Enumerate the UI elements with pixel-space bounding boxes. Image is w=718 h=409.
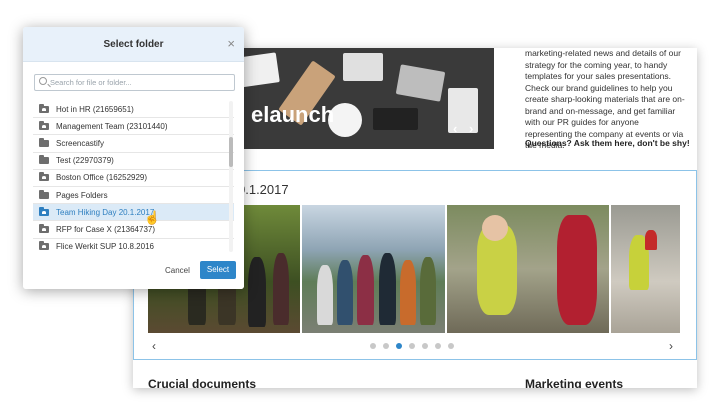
folder-name: Boston Office (16252929) <box>56 173 148 183</box>
close-icon[interactable]: × <box>227 36 235 51</box>
folder-row[interactable]: Management Team (23101440) <box>33 118 234 136</box>
folder-name: Management Team (23101440) <box>56 121 168 131</box>
search-icon <box>39 77 47 85</box>
folder-name: Test (22970379) <box>56 156 114 166</box>
hero-next-button[interactable]: › <box>469 121 473 136</box>
section-title-marketing-events: Marketing events <box>525 377 624 388</box>
gallery-next-button[interactable]: › <box>669 339 673 353</box>
hand-pointer-icon: ☝ <box>144 210 161 225</box>
folder-name: Flice Werkit SUP 10.8.2016 <box>56 242 154 252</box>
gallery-dot[interactable] <box>383 343 389 349</box>
shared-folder-icon <box>39 120 49 130</box>
gallery-dot[interactable] <box>422 343 428 349</box>
gallery-photo[interactable] <box>447 205 609 333</box>
gallery-prev-button[interactable]: ‹ <box>152 339 156 353</box>
gallery-dot[interactable] <box>435 343 441 349</box>
folder-name: Screencastify <box>56 138 105 148</box>
folder-name: Hot in HR (21659651) <box>56 104 134 114</box>
folder-icon <box>39 137 49 147</box>
gallery-pagination <box>370 343 454 349</box>
dialog-title: Select folder <box>103 39 164 50</box>
list-scrollbar[interactable] <box>229 101 233 252</box>
folder-name: RFP for Case X (21364737) <box>56 224 156 234</box>
cancel-button[interactable]: Cancel <box>165 266 190 275</box>
folder-icon <box>39 189 49 199</box>
folder-row[interactable]: Test (22970379) <box>33 153 234 170</box>
folder-name: Team Hiking Day 20.1.2017 <box>56 207 155 217</box>
shared-folder-icon <box>39 223 49 233</box>
gallery-dot-active[interactable] <box>396 343 402 349</box>
folder-row[interactable]: Boston Office (16252929) <box>33 170 234 187</box>
gallery-dot[interactable] <box>409 343 415 349</box>
screen: elaunch ‹ › marketing-related news and d… <box>0 0 718 409</box>
questions-prompt: Questions? Ask them here, don't be shy! <box>525 138 690 148</box>
intro-text: marketing-related news and details of ou… <box>525 48 685 150</box>
folder-list: Hot in HR (21659651) Management Team (23… <box>33 101 234 252</box>
section-title-crucial-documents: Crucial documents <box>148 377 257 388</box>
shared-folder-icon <box>39 206 49 216</box>
folder-icon <box>39 155 49 165</box>
gallery-title: 0.1.2017 <box>238 182 289 197</box>
shared-folder-icon <box>39 103 49 113</box>
hero-title: elaunch <box>251 102 335 127</box>
select-button[interactable]: Select <box>200 261 236 279</box>
select-folder-dialog: Select folder × Hot in HR (21659651) Man… <box>23 27 244 289</box>
folder-row[interactable]: Screencastify <box>33 135 234 153</box>
gallery-photo[interactable] <box>302 205 445 333</box>
gallery-dot[interactable] <box>370 343 376 349</box>
search-field[interactable] <box>34 74 235 91</box>
search-input[interactable] <box>50 76 230 89</box>
gallery-photo[interactable] <box>611 205 680 333</box>
hero-prev-button[interactable]: ‹ <box>453 121 457 136</box>
dialog-header: Select folder × <box>23 27 244 62</box>
folder-row[interactable]: Flice Werkit SUP 10.8.2016 <box>33 239 234 253</box>
dialog-footer: Cancel Select <box>23 255 244 289</box>
folder-row[interactable]: Hot in HR (21659651) <box>33 101 234 119</box>
shared-folder-icon <box>39 172 49 182</box>
folder-row[interactable]: RFP for Case X (21364737) <box>33 221 234 239</box>
scrollbar-thumb[interactable] <box>229 137 233 167</box>
shared-folder-icon <box>39 241 49 251</box>
folder-row[interactable]: Pages Folders <box>33 187 234 205</box>
folder-row-selected[interactable]: Team Hiking Day 20.1.2017 <box>33 204 234 222</box>
folder-name: Pages Folders <box>56 190 108 200</box>
gallery-dot[interactable] <box>448 343 454 349</box>
